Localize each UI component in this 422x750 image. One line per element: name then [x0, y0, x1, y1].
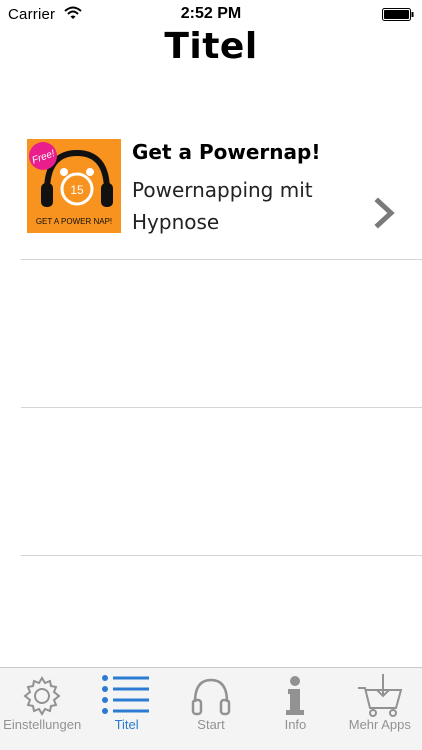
- list-icon: [101, 675, 149, 714]
- tab-start[interactable]: Start: [169, 668, 253, 750]
- tab-label: Info: [284, 717, 307, 732]
- item-subtitle: Powernapping mit Hypnose: [132, 178, 313, 234]
- app-artwork: 15 Free! GET A POWER NAP!: [27, 139, 121, 233]
- status-time: 2:52 PM: [180, 5, 242, 22]
- tab-info[interactable]: Info: [253, 668, 337, 750]
- tab-label: Einstellungen: [3, 717, 82, 732]
- tab-label: Mehr Apps: [348, 717, 411, 732]
- svg-text:15: 15: [70, 183, 84, 197]
- tab-mehr-apps[interactable]: Mehr Apps: [338, 668, 422, 750]
- headphones-icon: [191, 678, 231, 716]
- chevron-right-icon: [374, 197, 395, 229]
- list-item: [21, 408, 422, 556]
- cart-icon: [357, 674, 403, 717]
- tab-label: Titel: [114, 717, 139, 732]
- page-title: Titel: [164, 26, 258, 67]
- tab-einstellungen[interactable]: Einstellungen: [0, 668, 84, 750]
- gear-icon: [23, 676, 61, 716]
- info-icon: [286, 676, 305, 715]
- title-list: 15 Free! GET A POWER NAP! Get a Powernap…: [0, 112, 422, 556]
- item-title: Get a Powernap!: [132, 140, 321, 164]
- battery-icon: [382, 8, 414, 21]
- tab-titel[interactable]: Titel: [84, 668, 168, 750]
- artwork-caption: GET A POWER NAP!: [36, 217, 112, 226]
- list-item[interactable]: 15 Free! GET A POWER NAP! Get a Powernap…: [21, 112, 422, 260]
- list-item: [21, 260, 422, 408]
- tab-bar: Einstellungen Titel Start Info Mehr Apps: [0, 667, 422, 750]
- tab-label: Start: [197, 717, 225, 732]
